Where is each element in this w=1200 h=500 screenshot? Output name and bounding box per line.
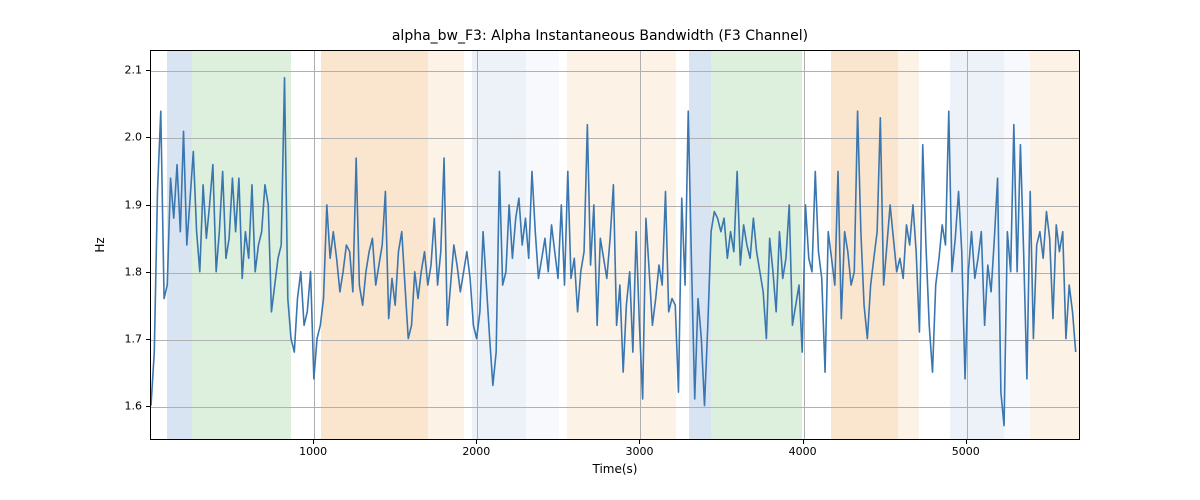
x-tick-mark — [313, 440, 314, 444]
x-tick-label: 2000 — [462, 445, 490, 458]
x-tick-label: 1000 — [299, 445, 327, 458]
y-tick-mark — [146, 137, 150, 138]
y-tick-mark — [146, 339, 150, 340]
plot-area — [150, 50, 1080, 440]
x-tick-mark — [803, 440, 804, 444]
y-tick-mark — [146, 70, 150, 71]
y-tick-label: 1.6 — [125, 400, 143, 413]
y-tick-mark — [146, 406, 150, 407]
y-tick-label: 2.0 — [125, 131, 143, 144]
x-tick-mark — [966, 440, 967, 444]
y-axis-label: Hz — [93, 237, 107, 252]
chart-title: alpha_bw_F3: Alpha Instantaneous Bandwid… — [0, 28, 1200, 44]
y-tick-mark — [146, 272, 150, 273]
series-line — [151, 78, 1076, 426]
x-tick-mark — [476, 440, 477, 444]
line-series — [151, 51, 1079, 439]
chart-axes — [150, 50, 1080, 440]
x-tick-mark — [639, 440, 640, 444]
x-tick-label: 5000 — [952, 445, 980, 458]
y-tick-label: 2.1 — [125, 64, 143, 77]
x-tick-label: 3000 — [625, 445, 653, 458]
y-tick-label: 1.9 — [125, 198, 143, 211]
x-tick-label: 4000 — [789, 445, 817, 458]
x-axis-label: Time(s) — [150, 462, 1080, 476]
chart-figure: alpha_bw_F3: Alpha Instantaneous Bandwid… — [0, 0, 1200, 500]
y-tick-label: 1.7 — [125, 333, 143, 346]
y-tick-label: 1.8 — [125, 265, 143, 278]
y-tick-mark — [146, 205, 150, 206]
